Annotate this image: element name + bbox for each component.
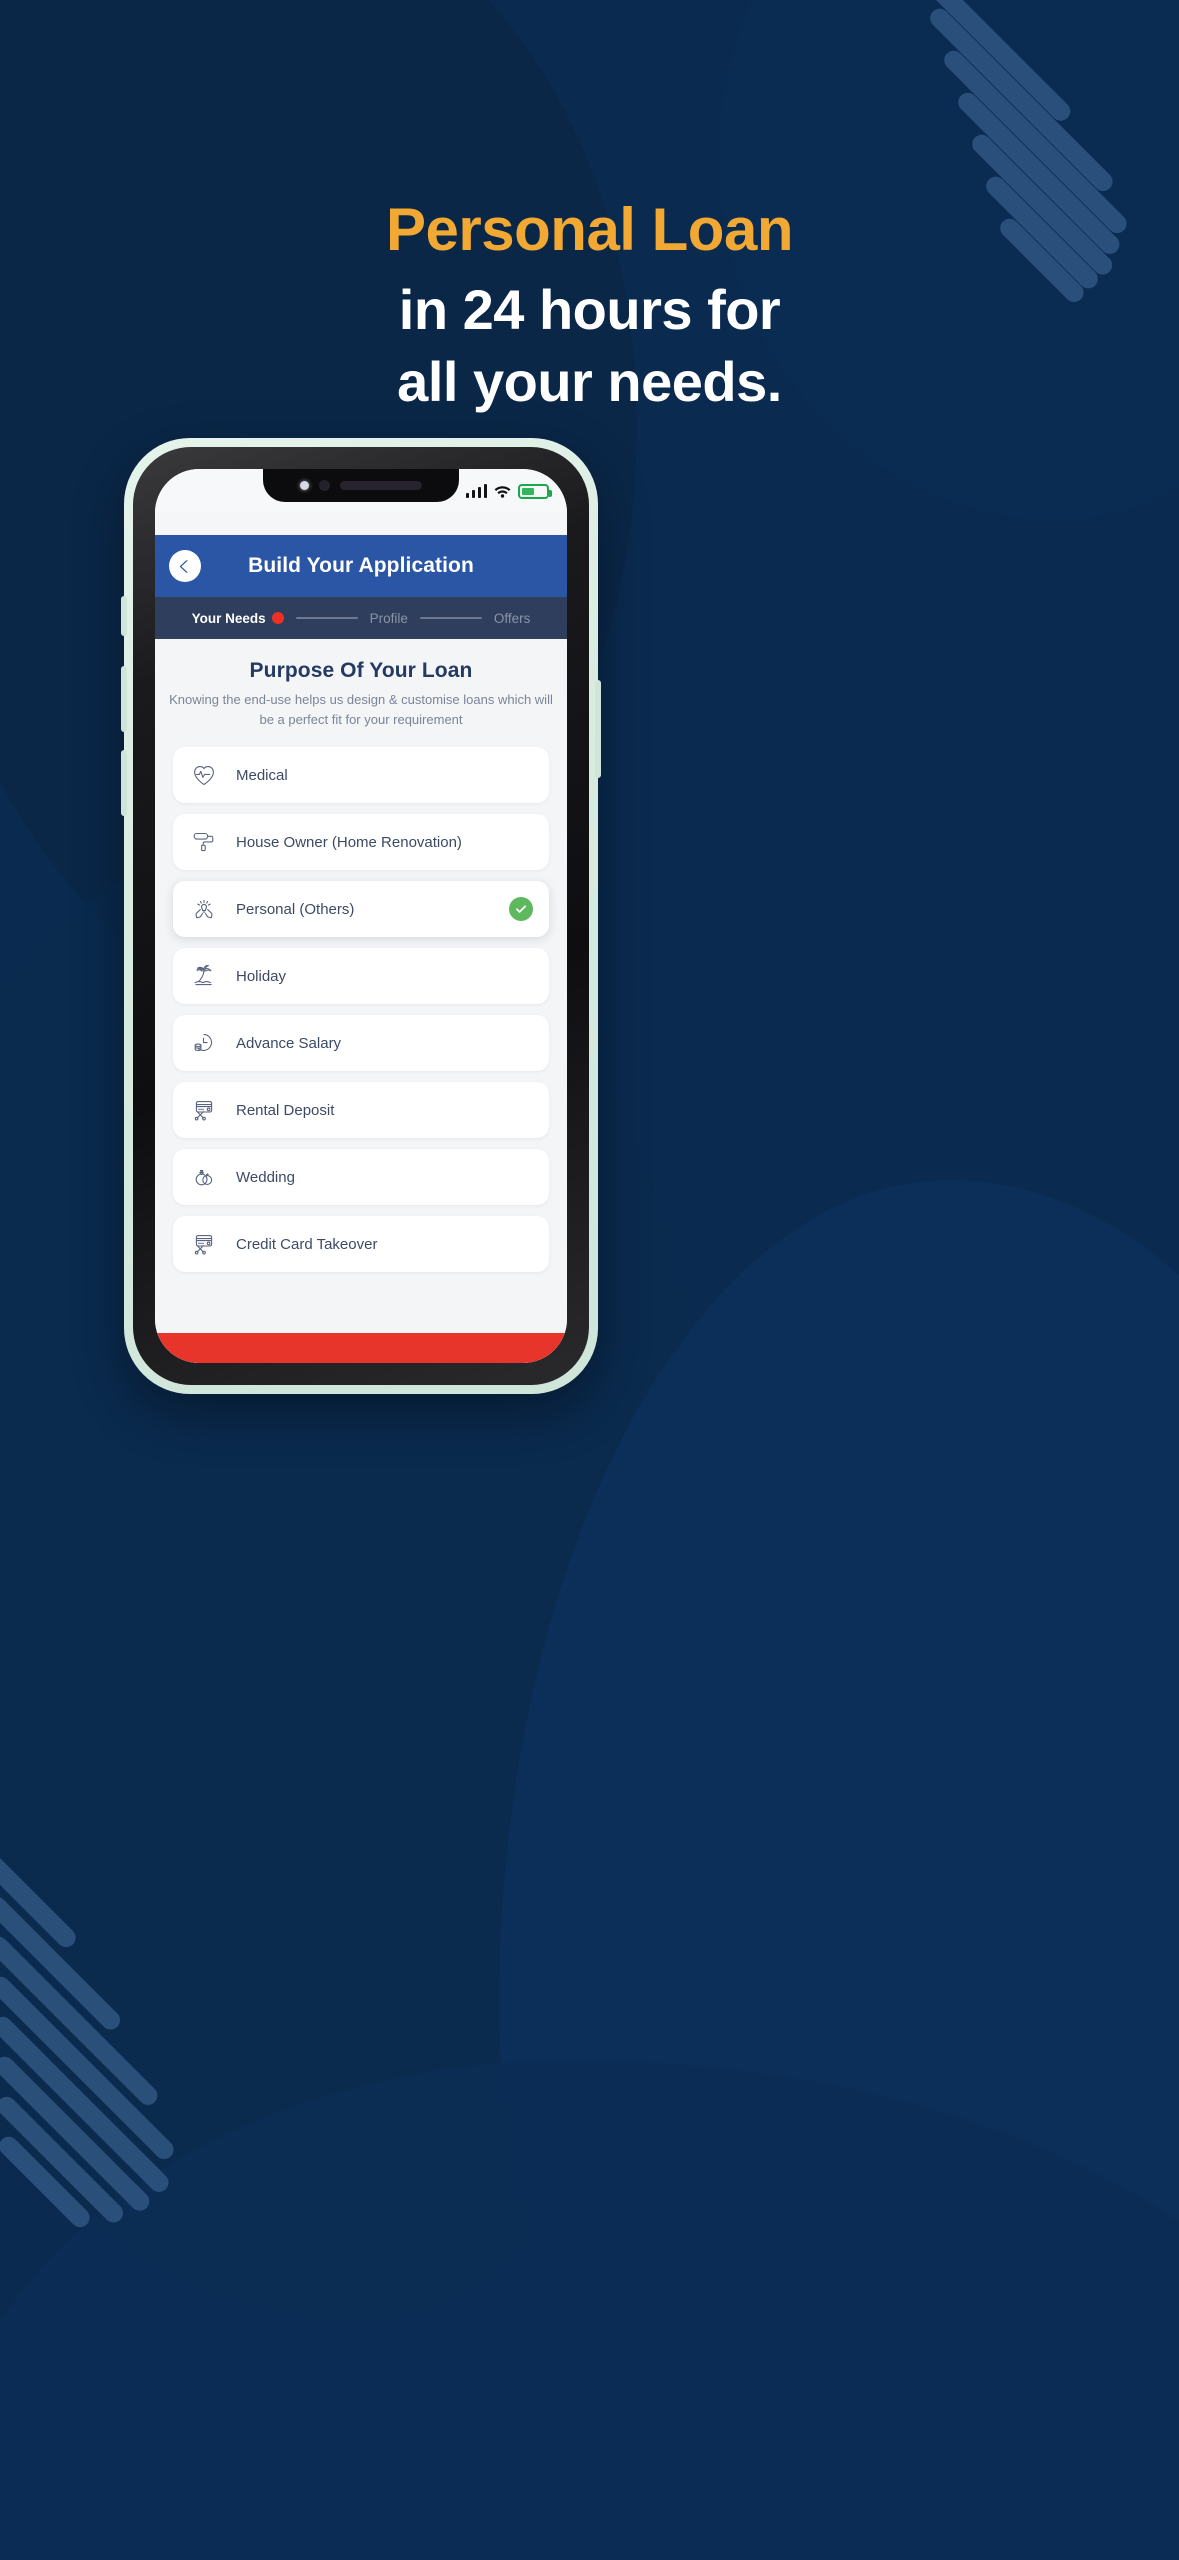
stepper-step-label: Offers xyxy=(493,610,531,626)
loan-purpose-label: Holiday xyxy=(236,967,287,985)
wedding-rings-icon xyxy=(189,1162,219,1192)
loan-purpose-item[interactable]: House Owner (Home Renovation) xyxy=(173,814,549,870)
promo-headline: Personal Loan in 24 hours for all your n… xyxy=(0,196,1179,414)
page-content: Purpose Of Your Loan Knowing the end-use… xyxy=(155,639,567,1363)
app-title: Build Your Application xyxy=(248,554,474,577)
stepper-step-your-needs[interactable]: Your Needs xyxy=(192,611,284,626)
phone-volume-down-button xyxy=(121,750,127,816)
stepper-step-label: Your Needs xyxy=(191,610,266,626)
stepper-connector xyxy=(419,617,482,619)
loan-purpose-label: Wedding xyxy=(236,1168,295,1186)
earpiece-speaker-icon xyxy=(340,481,422,490)
loan-purpose-label: Credit Card Takeover xyxy=(236,1235,378,1253)
card-scissors-icon xyxy=(189,1229,219,1259)
stepper-connector xyxy=(295,617,358,619)
card-scissors-icon xyxy=(189,1095,219,1125)
loan-purpose-item[interactable]: Medical xyxy=(173,747,549,803)
signal-bars-icon xyxy=(465,484,487,498)
clock-coins-icon xyxy=(189,1028,219,1058)
loan-purpose-item[interactable]: Credit Card Takeover xyxy=(173,1216,549,1272)
palm-tree-icon xyxy=(189,961,219,991)
section-title: Purpose Of Your Loan xyxy=(249,659,473,682)
loan-purpose-label: Rental Deposit xyxy=(236,1101,335,1119)
hands-idea-icon xyxy=(189,894,219,924)
loan-purpose-label: House Owner (Home Renovation) xyxy=(236,833,462,851)
app-header: Build Your Application xyxy=(155,535,567,597)
loan-purpose-list: Medical House Owner (Home Renovation) Pers… xyxy=(155,747,567,1272)
decorative-stripes-bottom-left xyxy=(0,1840,300,2232)
heart-pulse-icon xyxy=(189,760,219,790)
battery-icon xyxy=(518,483,552,499)
phone-notch xyxy=(263,469,459,502)
loan-purpose-item[interactable]: Holiday xyxy=(173,948,549,1004)
back-button[interactable] xyxy=(169,550,201,582)
headline-line-3: all your needs. xyxy=(397,350,782,414)
stepper-active-dot-icon xyxy=(271,612,284,624)
stepper-step-offers[interactable]: Offers xyxy=(494,611,531,626)
stepper-step-profile[interactable]: Profile xyxy=(370,611,408,626)
phone-screen: Build Your Application Your Needs Profile… xyxy=(155,469,567,1363)
loan-purpose-item[interactable]: Personal (Others) xyxy=(173,881,549,937)
loan-purpose-label: Advance Salary xyxy=(236,1034,342,1052)
paint-roller-icon xyxy=(189,827,219,857)
section-subtitle: Knowing the end-use helps us design & cu… xyxy=(169,692,553,727)
front-camera-icon xyxy=(319,480,330,491)
loan-purpose-item[interactable]: Wedding xyxy=(173,1149,549,1205)
notch-sensor-icon xyxy=(300,481,309,490)
loan-purpose-label: Personal (Others) xyxy=(236,900,355,918)
phone-inner-frame: Build Your Application Your Needs Profile… xyxy=(133,447,589,1385)
bottom-action-bar[interactable] xyxy=(155,1333,567,1363)
loan-purpose-item[interactable]: Rental Deposit xyxy=(173,1082,549,1138)
headline-line-2: in 24 hours for xyxy=(398,278,781,342)
wifi-icon xyxy=(494,485,511,498)
phone-mute-switch xyxy=(121,596,127,636)
headline-line-1: Personal Loan xyxy=(386,196,793,263)
phone-volume-up-button xyxy=(121,666,127,732)
loan-purpose-label: Medical xyxy=(236,766,288,784)
phone-mockup: Build Your Application Your Needs Profile… xyxy=(121,438,601,1394)
phone-power-button xyxy=(595,680,601,778)
back-arrow-icon xyxy=(179,559,188,573)
progress-stepper: Your Needs Profile Offers xyxy=(155,597,567,639)
check-circle-icon xyxy=(509,897,533,921)
stepper-step-label: Profile xyxy=(369,610,408,626)
loan-purpose-item[interactable]: Advance Salary xyxy=(173,1015,549,1071)
